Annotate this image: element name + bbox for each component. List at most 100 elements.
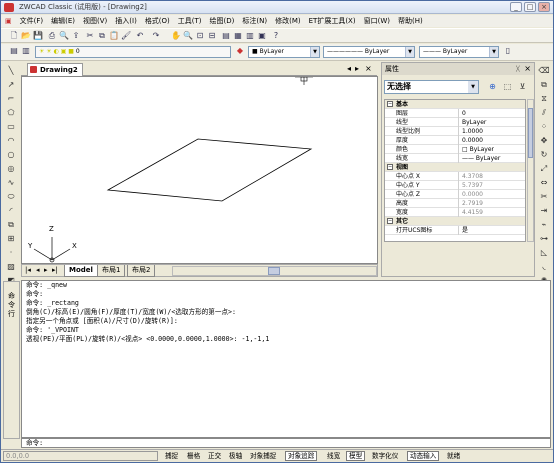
zoom-realtime-icon[interactable]: 🔍	[183, 31, 193, 41]
last-tab-icon[interactable]: ▸|	[52, 266, 58, 274]
menu-view[interactable]: 视图(V)	[79, 16, 111, 26]
new-icon[interactable]: 🗋	[9, 31, 19, 41]
donut-icon[interactable]: ◎	[5, 163, 17, 175]
prop-row-center-x[interactable]: 中心点 X 4.3708	[385, 172, 525, 181]
menu-insert[interactable]: 插入(I)	[111, 16, 141, 26]
color-dropdown[interactable]: ■ ByLayer ▼	[248, 46, 320, 58]
extend-icon[interactable]: ⇥	[538, 205, 550, 217]
drawing-tab[interactable]: Drawing2	[27, 63, 83, 76]
tab-scroll-right-icon[interactable]: ▸	[355, 64, 359, 73]
osnap-toggle[interactable]: 对象捕捉	[247, 451, 279, 461]
prop-row-layer[interactable]: 图层 0	[385, 109, 525, 118]
preview-icon[interactable]: 🔍	[59, 31, 69, 41]
trim-icon[interactable]: ✂	[538, 191, 550, 203]
prop-row-linetype[interactable]: 线型 ByLayer	[385, 118, 525, 127]
calculator-icon[interactable]: ▣	[257, 31, 267, 41]
tab-layout2[interactable]: 布局2	[127, 265, 156, 277]
save-icon[interactable]: 💾	[33, 31, 43, 41]
horizontal-scrollbar[interactable]	[172, 266, 377, 276]
menu-edit[interactable]: 编辑(E)	[47, 16, 79, 26]
pan-icon[interactable]: ✋	[171, 31, 181, 41]
publish-icon[interactable]: ⇪	[71, 31, 81, 41]
model-toggle[interactable]: 模型	[346, 451, 366, 461]
rectangle-entity[interactable]	[106, 138, 313, 202]
otrack-toggle[interactable]: 对象追踪	[285, 451, 318, 461]
first-tab-icon[interactable]: |◂	[25, 266, 31, 274]
redo-icon[interactable]: ↷	[151, 31, 161, 41]
make-block-icon[interactable]: ⊞	[5, 233, 17, 245]
scrollbar-thumb[interactable]	[528, 108, 533, 158]
command-line-handle[interactable]: 命令行	[3, 281, 20, 439]
zoom-previous-icon[interactable]: ⊟	[207, 31, 217, 41]
category-view[interactable]: − 视图	[385, 163, 525, 172]
copy-object-icon[interactable]: ⧉	[538, 79, 550, 91]
help-icon[interactable]: ?	[271, 31, 281, 41]
match-properties-icon[interactable]: 🖌	[121, 31, 131, 41]
linetype-dropdown[interactable]: —————— ByLayer ▼	[323, 46, 415, 58]
layer-state-icon[interactable]: ▥	[21, 46, 31, 56]
tab-model[interactable]: Model	[64, 265, 98, 277]
pin-icon[interactable]: ᚷ	[516, 63, 520, 75]
array-icon[interactable]: ⁘	[538, 121, 550, 133]
selection-dropdown[interactable]: 无选择 ▼	[384, 80, 479, 94]
erase-icon[interactable]: ⌫	[538, 65, 550, 77]
collapse-icon[interactable]: −	[387, 101, 393, 107]
rectangle-icon[interactable]: ▭	[5, 121, 17, 133]
next-tab-icon[interactable]: ▸	[44, 266, 48, 274]
category-general[interactable]: − 基本	[385, 100, 525, 109]
menu-dimension[interactable]: 标注(N)	[238, 16, 271, 26]
tab-scroll-left-icon[interactable]: ◂	[347, 64, 351, 73]
properties-close-icon[interactable]: ×	[524, 63, 531, 75]
menu-file[interactable]: 文件(F)	[16, 16, 48, 26]
ortho-toggle[interactable]: 正交	[205, 451, 224, 461]
menu-window[interactable]: 窗口(W)	[360, 16, 394, 26]
polar-toggle[interactable]: 极轴	[226, 451, 245, 461]
design-center-icon[interactable]: ▦	[233, 31, 243, 41]
menu-modify[interactable]: 修改(M)	[271, 16, 305, 26]
menu-help[interactable]: 帮助(H)	[394, 16, 427, 26]
category-misc[interactable]: − 其它	[385, 217, 525, 226]
ellipse-icon[interactable]: ⬭	[5, 191, 17, 203]
menu-format[interactable]: 格式(O)	[141, 16, 174, 26]
print-icon[interactable]: ⎙	[47, 31, 57, 41]
break-icon[interactable]: ⌁	[538, 219, 550, 231]
scrollbar-thumb[interactable]	[268, 267, 280, 275]
mirror-icon[interactable]: ⧖	[538, 93, 550, 105]
prop-row-lineweight[interactable]: 线宽 —— ByLayer	[385, 154, 525, 163]
close-button[interactable]: ×	[538, 2, 550, 12]
menu-doc-icon[interactable]: ▣	[1, 17, 16, 25]
maximize-button[interactable]: □	[524, 2, 536, 12]
move-icon[interactable]: ✥	[538, 135, 550, 147]
line-icon[interactable]: ╲	[5, 65, 17, 77]
collapse-icon[interactable]: −	[387, 218, 393, 224]
make-layer-current-icon[interactable]: ◆	[235, 46, 245, 56]
rotate-icon[interactable]: ↻	[538, 149, 550, 161]
polyline-icon[interactable]: ⌐	[5, 93, 17, 105]
insert-block-icon[interactable]: ⧉	[5, 219, 17, 231]
command-input[interactable]: 命令:	[21, 438, 551, 448]
undo-icon[interactable]: ↶	[135, 31, 145, 41]
menu-draw[interactable]: 绘图(D)	[206, 16, 239, 26]
plot-style-icon[interactable]: ▯	[503, 46, 513, 56]
prop-row-center-z[interactable]: 中心点 Z 0.0000	[385, 190, 525, 199]
prev-tab-icon[interactable]: ◂	[36, 266, 40, 274]
tab-layout1[interactable]: 布局1	[97, 265, 126, 277]
circle-icon[interactable]: ○	[5, 149, 17, 161]
collapse-icon[interactable]: −	[387, 164, 393, 170]
copy-icon[interactable]: ⧉	[97, 31, 107, 41]
chamfer-icon[interactable]: ◺	[538, 247, 550, 259]
paste-icon[interactable]: 📋	[109, 31, 119, 41]
spline-icon[interactable]: ∿	[5, 177, 17, 189]
grid-toggle[interactable]: 栅格	[184, 451, 203, 461]
prop-row-color[interactable]: 颜色 □ ByLayer	[385, 145, 525, 154]
tablet-toggle[interactable]: 数字化仪	[369, 451, 401, 461]
stretch-icon[interactable]: ⇔	[538, 177, 550, 189]
point-icon[interactable]: ·	[5, 247, 17, 259]
zoom-window-icon[interactable]: ⊡	[195, 31, 205, 41]
prop-row-ltscale[interactable]: 线型比例 1.0000	[385, 127, 525, 136]
menu-tools[interactable]: 工具(T)	[174, 16, 206, 26]
arc-icon[interactable]: ◠	[5, 135, 17, 147]
drawing-canvas[interactable]: Z X Y	[21, 76, 378, 264]
quick-select-icon[interactable]: ⊕	[487, 81, 498, 92]
join-icon[interactable]: ⊶	[538, 233, 550, 245]
